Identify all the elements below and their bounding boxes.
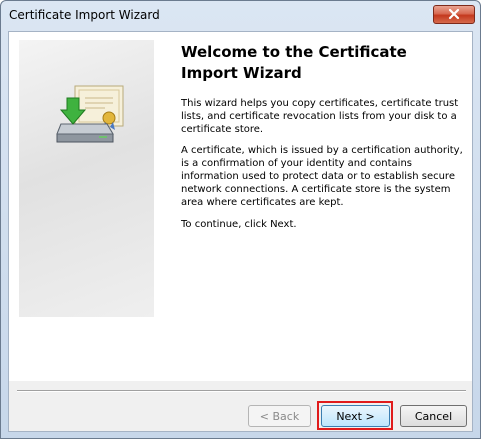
close-icon: [448, 5, 460, 24]
wizard-heading: Welcome to the Certificate Import Wizard: [181, 43, 407, 82]
certificate-import-wizard-window: Certificate Import Wizard Welcome to the…: [0, 0, 481, 439]
certificate-import-icon: [53, 84, 127, 154]
footer-separator: [17, 390, 466, 392]
continue-instruction: To continue, click Next.: [181, 219, 297, 230]
cancel-button[interactable]: Cancel: [400, 405, 467, 427]
window-title: Certificate Import Wizard: [9, 8, 160, 22]
wizard-client-area: Welcome to the Certificate Import Wizard…: [8, 31, 473, 432]
wizard-content: Welcome to the Certificate Import Wizard…: [9, 32, 472, 381]
certificate-explanation: A certificate, which is issued by a cert…: [181, 145, 463, 208]
next-button[interactable]: Next >: [321, 405, 390, 427]
close-button[interactable]: [433, 5, 475, 24]
back-button[interactable]: < Back: [248, 405, 311, 427]
wizard-description: This wizard helps you copy certificates,…: [181, 98, 459, 135]
title-bar[interactable]: Certificate Import Wizard: [1, 1, 480, 30]
wizard-side-panel: [19, 40, 154, 317]
